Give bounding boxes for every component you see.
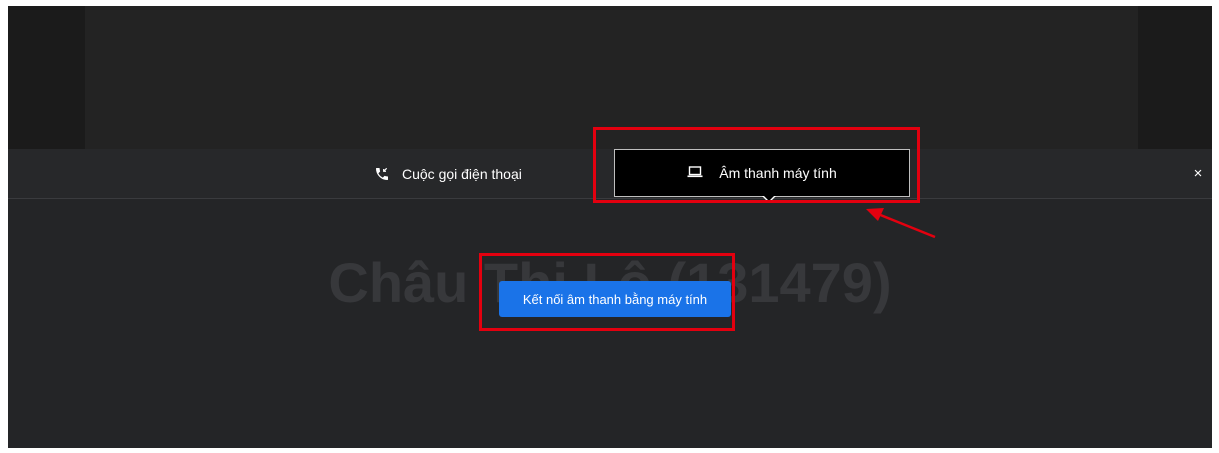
annotation-arrow: [866, 208, 936, 239]
